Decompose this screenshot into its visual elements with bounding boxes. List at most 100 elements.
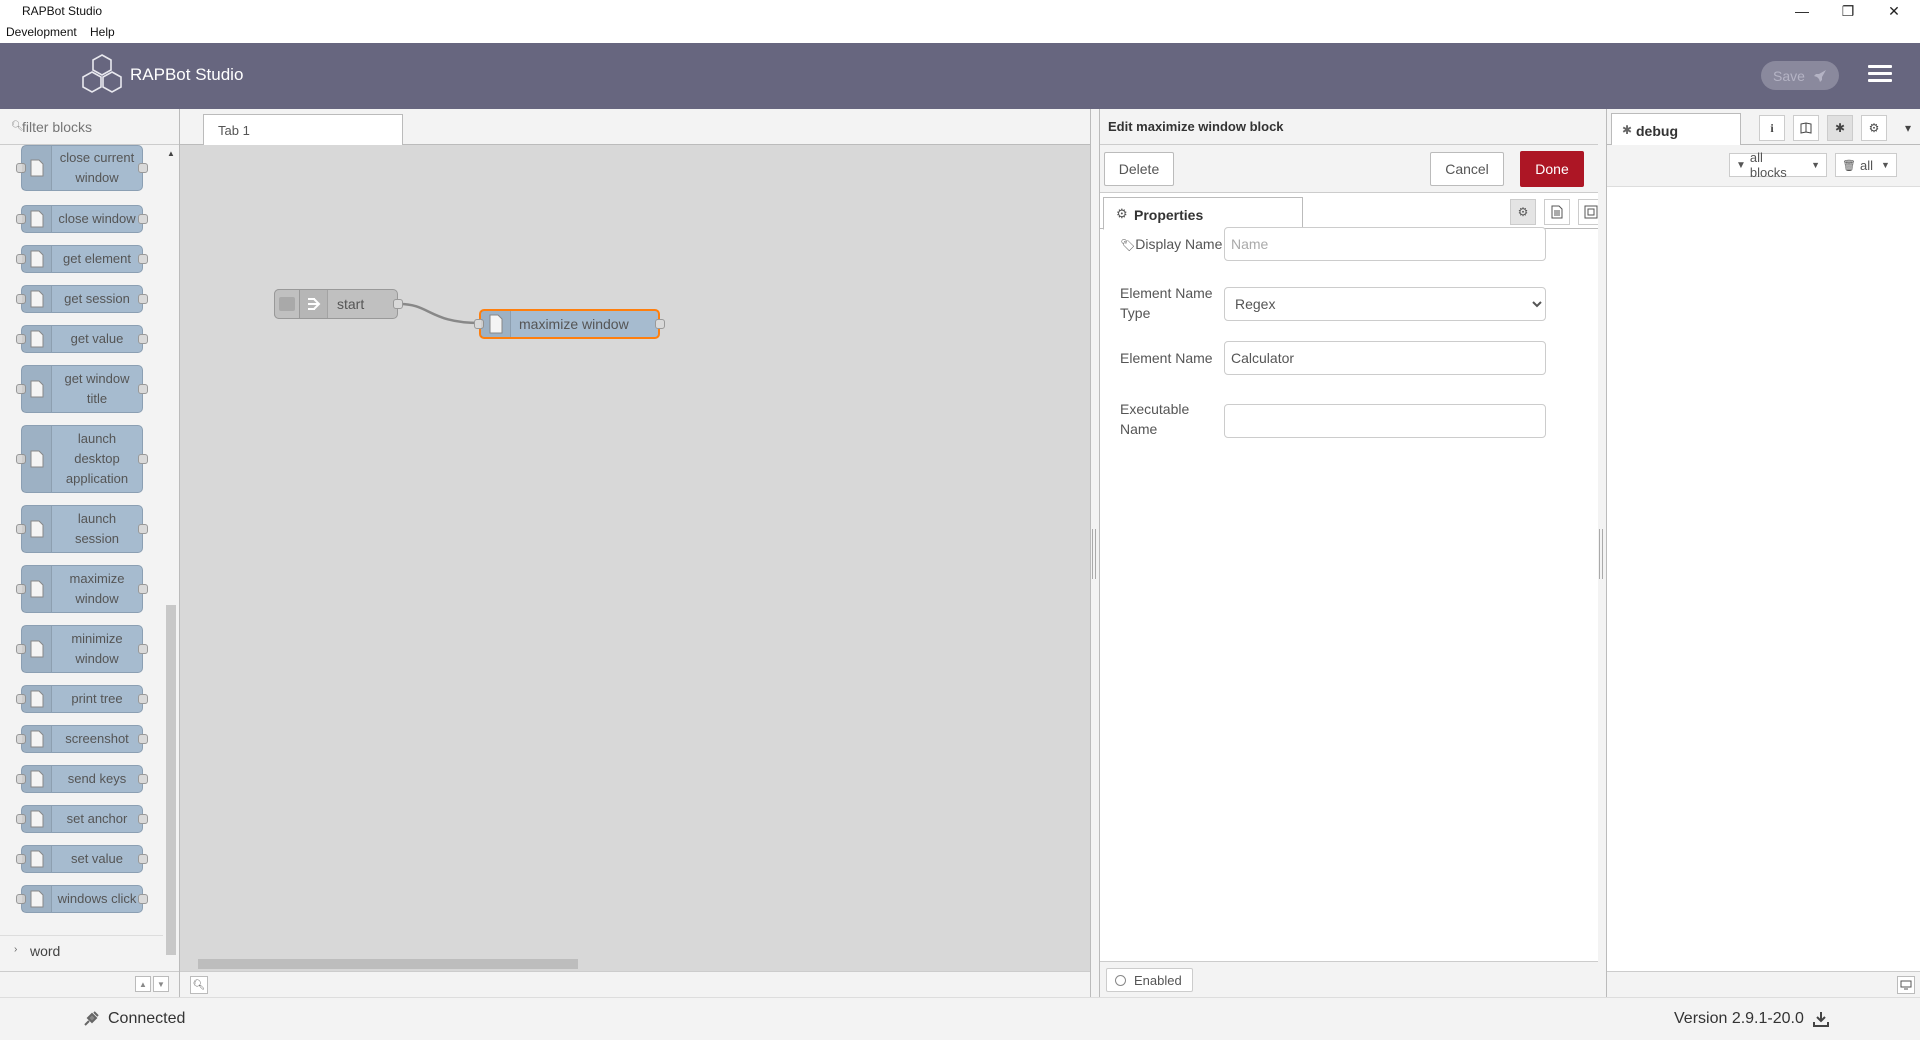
menubar: Development Help (0, 22, 1920, 43)
tray-tabs: ⚙ Properties ⚙ (1100, 193, 1604, 230)
palette-block-minimize-window[interactable]: minimize window (16, 625, 148, 673)
save-button[interactable]: Save (1761, 61, 1839, 90)
chevron-right-icon: › (14, 944, 18, 955)
filter-icon: ▼ (1736, 159, 1746, 171)
element-name-type-label: Element Name Type (1120, 285, 1213, 321)
palette-block-screenshot[interactable]: screenshot (16, 725, 148, 753)
book-icon[interactable] (1793, 115, 1819, 141)
filter-blocks-input[interactable] (22, 117, 172, 137)
circle-icon (1115, 974, 1126, 986)
enabled-label: Enabled (1134, 972, 1182, 988)
palette-block-send-keys[interactable]: send keys (16, 765, 148, 793)
expand-all-button[interactable]: ▼ (153, 976, 169, 992)
palette-block-get-value[interactable]: get value (16, 325, 148, 353)
resize-handle[interactable] (1092, 529, 1096, 579)
hamburger-menu-icon[interactable] (1868, 65, 1892, 85)
palette-block-get-session[interactable]: get session (16, 285, 148, 313)
gear-icon: ⚙ (1116, 206, 1128, 221)
element-name-input[interactable] (1224, 341, 1546, 375)
filter-all-blocks-dropdown[interactable]: ▼ all blocks ▼ (1729, 150, 1827, 180)
file-icon (22, 626, 52, 672)
version-info: Version 2.9.1-20.0 (1674, 1010, 1830, 1028)
collapse-all-button[interactable]: ▲ (135, 976, 151, 992)
close-window-button[interactable]: ✕ (1872, 0, 1916, 22)
resize-handle[interactable] (1599, 529, 1603, 579)
info-icon[interactable]: i (1759, 115, 1785, 141)
palette-block-windows-click[interactable]: windows click (16, 885, 148, 913)
element-name-type-select[interactable]: Regex (1224, 287, 1546, 321)
output-port[interactable] (393, 299, 403, 309)
tab-properties[interactable]: ⚙ Properties (1103, 197, 1303, 230)
canvas-horizontal-scrollbar[interactable] (180, 955, 1090, 971)
executable-name-row: Executable Name (1120, 399, 1560, 439)
palette-block-close-current-window[interactable]: close current window (16, 145, 148, 191)
node-wire[interactable] (399, 302, 481, 325)
tab-debug[interactable]: ✱ debug (1611, 113, 1741, 146)
gear-icon[interactable]: ⚙ (1510, 199, 1536, 225)
sidebar: ✱ debug i ✱ ⚙ ▾ ▼ all blocks ▼ 🗑︎ all ▼ (1598, 109, 1920, 997)
plug-icon (84, 1011, 99, 1026)
delete-button[interactable]: Delete (1104, 152, 1174, 186)
download-icon[interactable] (1812, 1010, 1830, 1028)
output-port[interactable] (655, 319, 665, 329)
tab-1[interactable]: Tab 1 (203, 114, 403, 146)
palette-block-close-window[interactable]: close window (16, 205, 148, 233)
status-bar: Connected Version 2.9.1-20.0 (0, 997, 1920, 1040)
file-icon (22, 806, 52, 832)
palette-block-set-anchor[interactable]: set anchor (16, 805, 148, 833)
element-name-row: Element Name (1120, 341, 1560, 375)
file-icon (22, 726, 52, 752)
caret-down-icon: ▼ (1811, 160, 1820, 170)
hexagon-logo-icon (82, 54, 122, 93)
palette-scrollbar[interactable]: ▲ (163, 145, 179, 965)
enabled-toggle[interactable]: Enabled (1106, 968, 1193, 992)
clear-all-dropdown[interactable]: 🗑︎ all ▼ (1835, 153, 1897, 177)
palette-block-maximize-window[interactable]: maximize window (16, 565, 148, 613)
arrow-right-icon (300, 290, 328, 318)
start-node-button[interactable] (274, 289, 300, 319)
palette-block-launch-session[interactable]: launch session (16, 505, 148, 553)
file-icon (22, 886, 52, 912)
tray-title: Edit maximize window block (1108, 119, 1284, 134)
done-button[interactable]: Done (1520, 151, 1584, 187)
palette-category-word[interactable]: › word (0, 935, 163, 965)
executable-name-input[interactable] (1224, 404, 1546, 438)
maximize-window-node[interactable]: maximize window (474, 309, 665, 339)
scrollbar-thumb[interactable] (166, 605, 176, 955)
cancel-button[interactable]: Cancel (1430, 152, 1504, 186)
search-icon[interactable]: 🔍︎ (190, 976, 208, 994)
palette-block-list: close current window close window get el… (0, 145, 163, 935)
gear-icon[interactable]: ⚙ (1861, 115, 1887, 141)
tag-icon: 🏷︎ (1120, 238, 1136, 252)
scrollbar-thumb[interactable] (198, 959, 578, 969)
palette-block-launch-desktop-application[interactable]: launch desktop application (16, 425, 148, 493)
block-palette: 🔍︎ close current window close window get… (0, 109, 180, 997)
bug-icon[interactable]: ✱ (1827, 115, 1853, 141)
file-icon (22, 366, 52, 412)
workspace-tabbar: Tab 1 (180, 109, 1090, 146)
palette-block-get-element[interactable]: get element (16, 245, 148, 273)
restore-window-button[interactable]: ❐ (1826, 0, 1870, 22)
sidebar-tabs: ✱ debug i ✱ ⚙ ▾ (1607, 109, 1920, 146)
description-icon[interactable] (1544, 199, 1570, 225)
menu-development[interactable]: Development (6, 25, 77, 39)
display-name-input[interactable] (1224, 227, 1546, 261)
display-name-row: 🏷︎Display Name (1120, 227, 1560, 261)
menu-help[interactable]: Help (90, 25, 115, 39)
palette-block-set-value[interactable]: set value (16, 845, 148, 873)
minimize-window-button[interactable]: — (1780, 0, 1824, 22)
palette-block-print-tree[interactable]: print tree (16, 685, 148, 713)
tray-header: Edit maximize window block (1100, 109, 1600, 145)
tab-label: Tab 1 (218, 123, 250, 138)
chevron-down-icon[interactable]: ▾ (1895, 115, 1920, 141)
start-node[interactable]: start (274, 289, 403, 319)
executable-name-label: Executable Name (1120, 401, 1190, 437)
file-icon (22, 426, 52, 492)
file-icon (22, 766, 52, 792)
scroll-up-icon[interactable]: ▲ (167, 149, 175, 158)
flow-canvas[interactable]: start maximize window (180, 145, 1090, 955)
monitor-icon[interactable] (1897, 976, 1915, 994)
palette-block-get-window-title[interactable]: get window title (16, 365, 148, 413)
debug-toolbar: ▼ all blocks ▼ 🗑︎ all ▼ (1607, 145, 1920, 187)
rocket-icon (1813, 69, 1826, 82)
